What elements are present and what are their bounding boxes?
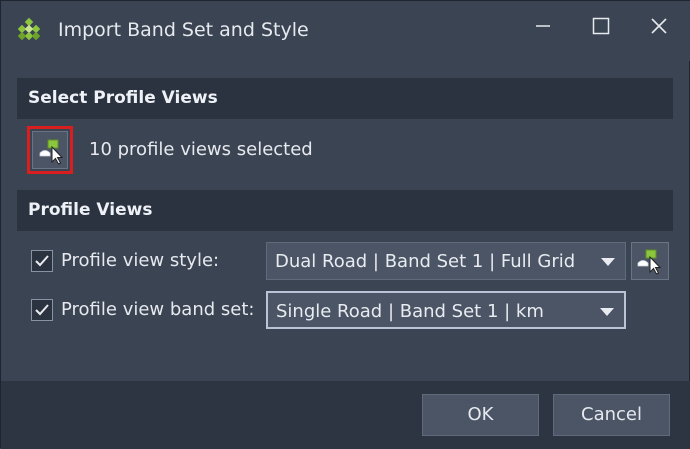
pick-style-button[interactable] (631, 242, 669, 280)
chevron-down-icon (600, 308, 614, 316)
title-bar[interactable]: Import Band Set and Style (1, 1, 690, 61)
pick-button-face (32, 131, 68, 169)
import-band-set-dialog: Import Band Set and Style Select Profile… (0, 0, 690, 449)
profile-view-style-value: Dual Road | Band Set 1 | Full Grid (275, 251, 576, 272)
cancel-button[interactable]: Cancel (553, 394, 670, 436)
maximize-icon (592, 17, 610, 35)
profile-view-band-set-label: Profile view band set: (61, 299, 255, 320)
profile-view-band-set-dropdown[interactable]: Single Road | Band Set 1 | km (266, 291, 626, 329)
pick-profile-views-button[interactable] (27, 126, 73, 174)
select-profile-views-header: Select Profile Views (17, 78, 673, 119)
checkmark-icon (35, 255, 49, 267)
profile-view-style-checkbox[interactable] (31, 250, 53, 272)
close-icon (651, 18, 667, 34)
pick-profile-view-icon (39, 139, 64, 165)
ok-button[interactable]: OK (422, 394, 539, 436)
profile-view-band-set-checkbox[interactable] (31, 299, 53, 321)
profile-view-style-label: Profile view style: (61, 250, 220, 271)
selected-count-text: 10 profile views selected (89, 139, 313, 160)
maximize-button[interactable] (581, 11, 621, 41)
minimize-button[interactable] (523, 11, 563, 41)
minimize-icon (536, 25, 550, 27)
profile-views-header: Profile Views (17, 190, 673, 231)
section-title: Profile Views (28, 200, 153, 220)
close-button[interactable] (639, 11, 679, 41)
pick-style-icon (637, 249, 662, 275)
profile-view-style-dropdown[interactable]: Dual Road | Band Set 1 | Full Grid (266, 242, 626, 280)
profile-view-band-set-value: Single Road | Band Set 1 | km (276, 301, 544, 322)
window-title: Import Band Set and Style (58, 19, 309, 41)
checkmark-icon (35, 304, 49, 316)
chevron-down-icon (601, 258, 615, 266)
app-icon (15, 17, 43, 45)
section-title: Select Profile Views (28, 88, 218, 108)
